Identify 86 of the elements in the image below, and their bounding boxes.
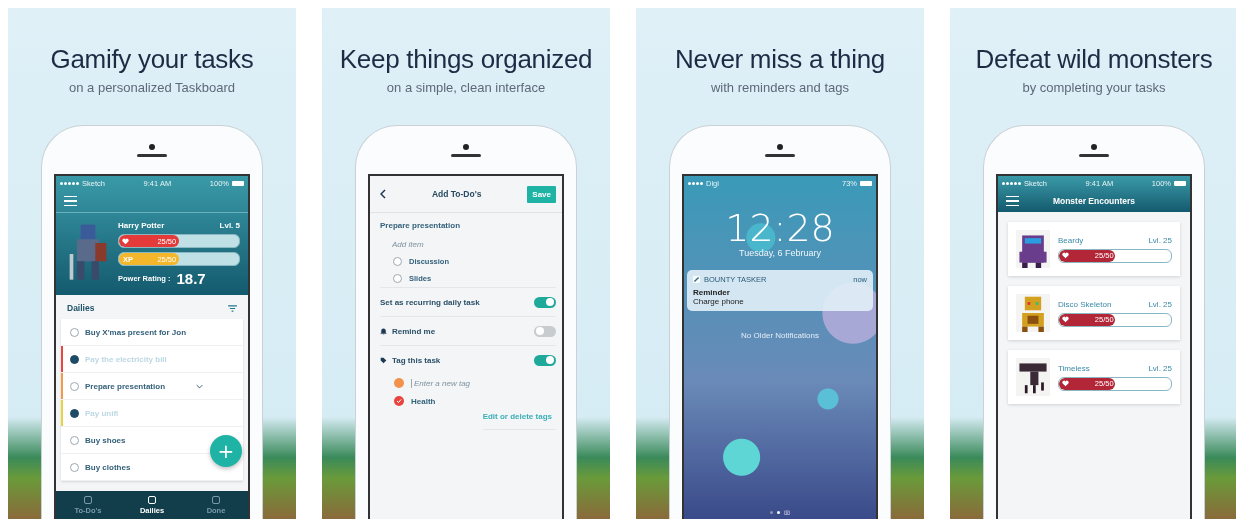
monster-drawing — [1016, 294, 1050, 332]
page-dot[interactable] — [777, 511, 780, 514]
task-checkbox[interactable] — [70, 462, 79, 472]
monster-level: Lvl. 25 — [1148, 299, 1172, 309]
promo-subtitle: on a personalized Taskboard — [69, 80, 235, 96]
monster-level: Lvl. 25 — [1148, 363, 1172, 373]
battery-icon — [1174, 180, 1186, 186]
promo-title: Defeat wild monsters — [975, 44, 1213, 74]
camera-icon — [777, 143, 783, 150]
lock-date: Tuesday, 6 February — [738, 248, 821, 258]
tag-icon — [380, 356, 387, 364]
lock-clock: 12:28 — [725, 208, 835, 248]
signal-icon — [688, 181, 703, 185]
promo-title: Keep things organized — [339, 44, 593, 74]
subtask-checkbox[interactable] — [393, 274, 402, 283]
camera-icon — [149, 143, 155, 150]
screen-title: Monster Encounters — [1051, 196, 1137, 206]
task-label: Buy X'mas present for Jon — [85, 327, 188, 337]
screen-title: Add To-Do's — [430, 189, 483, 199]
subtask-checkbox[interactable] — [393, 257, 402, 266]
task-checkbox[interactable] — [70, 408, 79, 418]
tag-checkbox[interactable] — [394, 396, 404, 406]
chevron-icon[interactable] — [196, 383, 203, 389]
menu-icon[interactable] — [1006, 195, 1019, 207]
signal-icon — [60, 181, 79, 185]
speaker-icon — [451, 153, 481, 157]
monster-name: Disco Skeleton — [1058, 299, 1112, 309]
task-checkbox[interactable] — [70, 327, 79, 337]
speaker-icon — [765, 153, 795, 157]
app-icon — [693, 276, 700, 283]
task-label: Buy clothes — [85, 462, 132, 472]
promo-subtitle: by completing your tasks — [1022, 80, 1166, 96]
tag-color-dot[interactable] — [394, 378, 404, 388]
heart-icon — [1062, 316, 1069, 323]
filter-icon[interactable] — [228, 304, 237, 312]
task-row[interactable]: Prepare presentation — [61, 373, 243, 400]
page-dot[interactable] — [770, 511, 773, 514]
camera-icon — [1091, 143, 1097, 150]
task-label: Pay the electricity bill — [85, 354, 168, 364]
speaker-icon — [137, 153, 167, 157]
task-row[interactable]: Buy X'mas present for Jon — [61, 319, 243, 346]
new-tag-field[interactable]: Enter a new tag — [411, 378, 514, 388]
task-checkbox[interactable] — [70, 381, 79, 391]
menu-icon[interactable] — [64, 195, 77, 207]
heart-icon — [1062, 252, 1069, 259]
hero-level: Lvl. 5 — [219, 221, 240, 230]
setting-label: Tag this task — [392, 355, 442, 365]
toggle-switch[interactable] — [534, 296, 556, 308]
promo-title: Never miss a thing — [675, 44, 885, 74]
back-icon[interactable] — [380, 189, 386, 199]
promo-subtitle: with reminders and tags — [711, 80, 849, 96]
promo-title: Gamify your tasks — [50, 44, 254, 74]
tag-label: Health — [411, 396, 436, 406]
add-item-field[interactable]: Add item — [392, 240, 556, 249]
heart-icon — [1062, 380, 1069, 387]
promo-subtitle: on a simple, clean interface — [386, 80, 546, 96]
monster-drawing — [1016, 230, 1050, 268]
task-label: Prepare presentation — [85, 381, 167, 391]
setting-label: Set as recurring daily task — [380, 297, 481, 307]
monster-drawing — [1016, 358, 1050, 396]
check-icon — [394, 396, 404, 406]
bell-icon — [380, 327, 387, 335]
power-value: 18.7 — [176, 270, 206, 287]
setting-label: Remind me — [392, 326, 437, 336]
task-checkbox[interactable] — [70, 354, 79, 364]
task-checkbox[interactable] — [70, 435, 79, 445]
battery-icon — [860, 180, 872, 186]
speaker-icon — [1079, 153, 1109, 157]
battery-icon — [232, 180, 244, 186]
empty-note: No Older Notifications — [741, 331, 819, 340]
toggle-switch[interactable] — [534, 354, 556, 366]
task-title: Prepare presentation — [380, 221, 462, 230]
camera-icon[interactable] — [784, 510, 790, 515]
hero-name: Harry Potter — [118, 221, 165, 230]
monster-name: Beardy — [1058, 235, 1084, 245]
monster-name: Timeless — [1058, 363, 1090, 373]
notification-title: Reminder — [693, 288, 731, 297]
task-label: Buy shoes — [85, 435, 127, 445]
toggle-switch[interactable] — [534, 325, 556, 337]
section-title: Dailies — [67, 303, 95, 313]
signal-icon — [1002, 181, 1021, 185]
heart-icon — [122, 237, 129, 245]
notification-body: Charge phone — [693, 297, 745, 306]
camera-icon — [463, 143, 469, 150]
task-label: Pay unifi — [85, 408, 120, 418]
monster-level: Lvl. 25 — [1148, 235, 1172, 245]
